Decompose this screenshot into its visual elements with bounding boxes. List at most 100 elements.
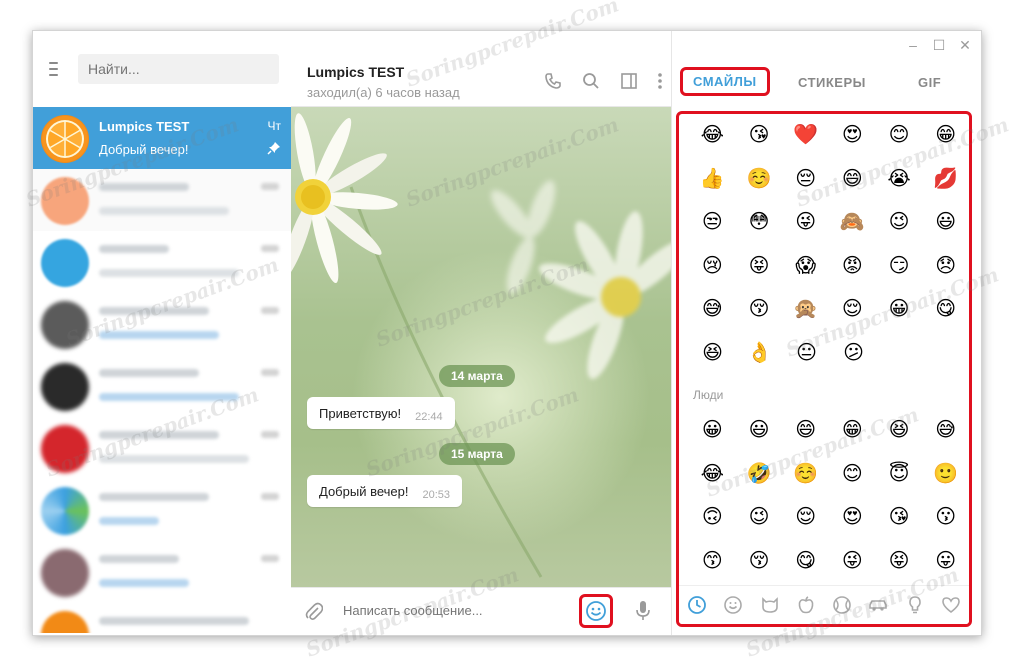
lightbulb-icon[interactable] xyxy=(903,593,927,617)
emoji-item[interactable]: 😋 xyxy=(782,540,829,584)
tab-emoji[interactable]: СМАЙЛЫ xyxy=(680,67,770,96)
date-separator: 15 марта xyxy=(439,443,515,465)
more-options-icon[interactable] xyxy=(657,71,663,91)
emoji-item[interactable]: 😌 xyxy=(782,496,829,540)
emoji-item[interactable]: 👍 xyxy=(689,158,736,202)
emoji-item[interactable]: 😉 xyxy=(736,496,783,540)
emoji-item[interactable]: 🙊 xyxy=(782,288,829,332)
emoji-item[interactable]: 😅 xyxy=(689,288,736,332)
emoji-item[interactable]: 🙂 xyxy=(922,453,969,497)
emoji-item[interactable]: 😂 xyxy=(689,453,736,497)
emoji-item[interactable]: 😘 xyxy=(736,114,783,158)
chat-item-blurred[interactable] xyxy=(33,541,291,603)
emoji-item[interactable]: 😜 xyxy=(782,201,829,245)
smiley-category-icon[interactable] xyxy=(721,593,745,617)
emoji-item[interactable]: 👌 xyxy=(736,332,783,376)
emoji-item[interactable]: 😁 xyxy=(922,114,969,158)
blurred-text xyxy=(99,307,209,315)
emoji-item[interactable]: 😅 xyxy=(922,409,969,453)
recent-icon[interactable] xyxy=(685,593,709,617)
message-bubble[interactable]: Добрый вечер! 20:53 xyxy=(307,475,463,507)
chat-item-lumpics-test[interactable]: Lumpics TEST Добрый вечер! Чт xyxy=(33,107,291,169)
emoji-item[interactable]: 😍 xyxy=(829,496,876,540)
emoji-item[interactable]: 😙 xyxy=(689,540,736,584)
emoji-item[interactable]: 😌 xyxy=(829,288,876,332)
chat-item-blurred[interactable] xyxy=(33,293,291,355)
search-input[interactable] xyxy=(78,54,279,84)
emoji-item[interactable]: 😏 xyxy=(876,245,923,289)
emoji-item[interactable]: ☺️ xyxy=(736,158,783,202)
attach-icon[interactable] xyxy=(305,602,324,627)
emoji-item[interactable]: 😉 xyxy=(876,201,923,245)
chat-item-blurred[interactable] xyxy=(33,231,291,293)
emoji-item[interactable]: 😚 xyxy=(736,540,783,584)
emoji-item[interactable]: 😁 xyxy=(829,409,876,453)
microphone-icon[interactable] xyxy=(635,600,651,627)
emoji-row: 👍 ☺️ 😔 😄 😭 💋 xyxy=(679,158,969,202)
emoji-item[interactable]: 🤣 xyxy=(736,453,783,497)
emoji-item[interactable]: 😆 xyxy=(876,409,923,453)
emoji-item[interactable]: 😒 xyxy=(689,201,736,245)
emoji-item[interactable]: 🙈 xyxy=(829,201,876,245)
emoji-item[interactable]: 🙃 xyxy=(689,496,736,540)
emoji-item[interactable]: 😜 xyxy=(829,540,876,584)
message-bubble[interactable]: Приветствую! 22:44 xyxy=(307,397,455,429)
blurred-text xyxy=(99,331,219,339)
blurred-text xyxy=(99,369,199,377)
emoji-item[interactable]: 😕 xyxy=(830,332,877,376)
emoji-item[interactable]: ☺️ xyxy=(782,453,829,497)
emoji-item[interactable]: 😀 xyxy=(689,409,736,453)
menu-icon[interactable] xyxy=(49,62,58,76)
emoji-item[interactable]: 😄 xyxy=(782,409,829,453)
emoji-item[interactable]: 😔 xyxy=(782,158,829,202)
phone-icon[interactable] xyxy=(543,71,563,91)
emoji-item[interactable]: 😡 xyxy=(829,245,876,289)
search-icon[interactable] xyxy=(581,71,601,91)
blurred-text xyxy=(99,493,209,501)
chat-item-blurred[interactable] xyxy=(33,479,291,541)
emoji-item[interactable]: 😀 xyxy=(876,288,923,332)
emoji-button[interactable] xyxy=(579,594,613,628)
tab-gif[interactable]: GIF xyxy=(918,75,941,90)
apple-icon[interactable] xyxy=(794,593,818,617)
emoji-item[interactable]: ❤️ xyxy=(782,114,829,158)
chat-item-blurred[interactable] xyxy=(33,169,291,231)
emoji-item[interactable]: 😄 xyxy=(829,158,876,202)
emoji-item[interactable]: 😃 xyxy=(736,409,783,453)
emoji-item[interactable]: 😋 xyxy=(922,288,969,332)
emoji-item[interactable]: 😃 xyxy=(922,201,969,245)
emoji-item[interactable]: 😊 xyxy=(829,453,876,497)
emoji-item[interactable]: 😢 xyxy=(689,245,736,289)
emoji-item[interactable]: 😍 xyxy=(829,114,876,158)
emoji-item[interactable]: 😭 xyxy=(876,158,923,202)
tab-stickers[interactable]: СТИКЕРЫ xyxy=(798,75,866,90)
avatar xyxy=(41,177,89,225)
chat-item-blurred[interactable] xyxy=(33,603,291,633)
heart-icon[interactable] xyxy=(939,593,963,617)
chat-time: Чт xyxy=(267,119,282,133)
cat-icon[interactable] xyxy=(758,593,782,617)
emoji-tabs: СМАЙЛЫ СТИКЕРЫ GIF xyxy=(672,31,981,107)
emoji-item[interactable]: 😝 xyxy=(876,540,923,584)
emoji-item[interactable]: 😱 xyxy=(782,245,829,289)
emoji-item[interactable]: 😚 xyxy=(736,288,783,332)
telegram-window: Lumpics TEST Добрый вечер! Чт xyxy=(32,30,982,636)
chat-item-blurred[interactable] xyxy=(33,355,291,417)
emoji-item[interactable]: 😇 xyxy=(876,453,923,497)
emoji-item[interactable]: 😳 xyxy=(736,201,783,245)
emoji-item[interactable]: 😆 xyxy=(689,332,736,376)
emoji-item[interactable]: 😘 xyxy=(876,496,923,540)
emoji-item[interactable]: 😗 xyxy=(922,496,969,540)
car-icon[interactable] xyxy=(866,593,890,617)
emoji-item[interactable]: 😞 xyxy=(922,245,969,289)
ball-icon[interactable] xyxy=(830,593,854,617)
emoji-item[interactable]: 😊 xyxy=(876,114,923,158)
emoji-item[interactable]: 😂 xyxy=(689,114,736,158)
emoji-item[interactable]: 😛 xyxy=(922,540,969,584)
message-input[interactable] xyxy=(341,602,545,619)
chat-item-blurred[interactable] xyxy=(33,417,291,479)
emoji-item[interactable]: 💋 xyxy=(922,158,969,202)
sidebar-toggle-icon[interactable] xyxy=(619,71,639,91)
emoji-item[interactable]: 😝 xyxy=(736,245,783,289)
emoji-item[interactable]: 😐 xyxy=(783,332,830,376)
